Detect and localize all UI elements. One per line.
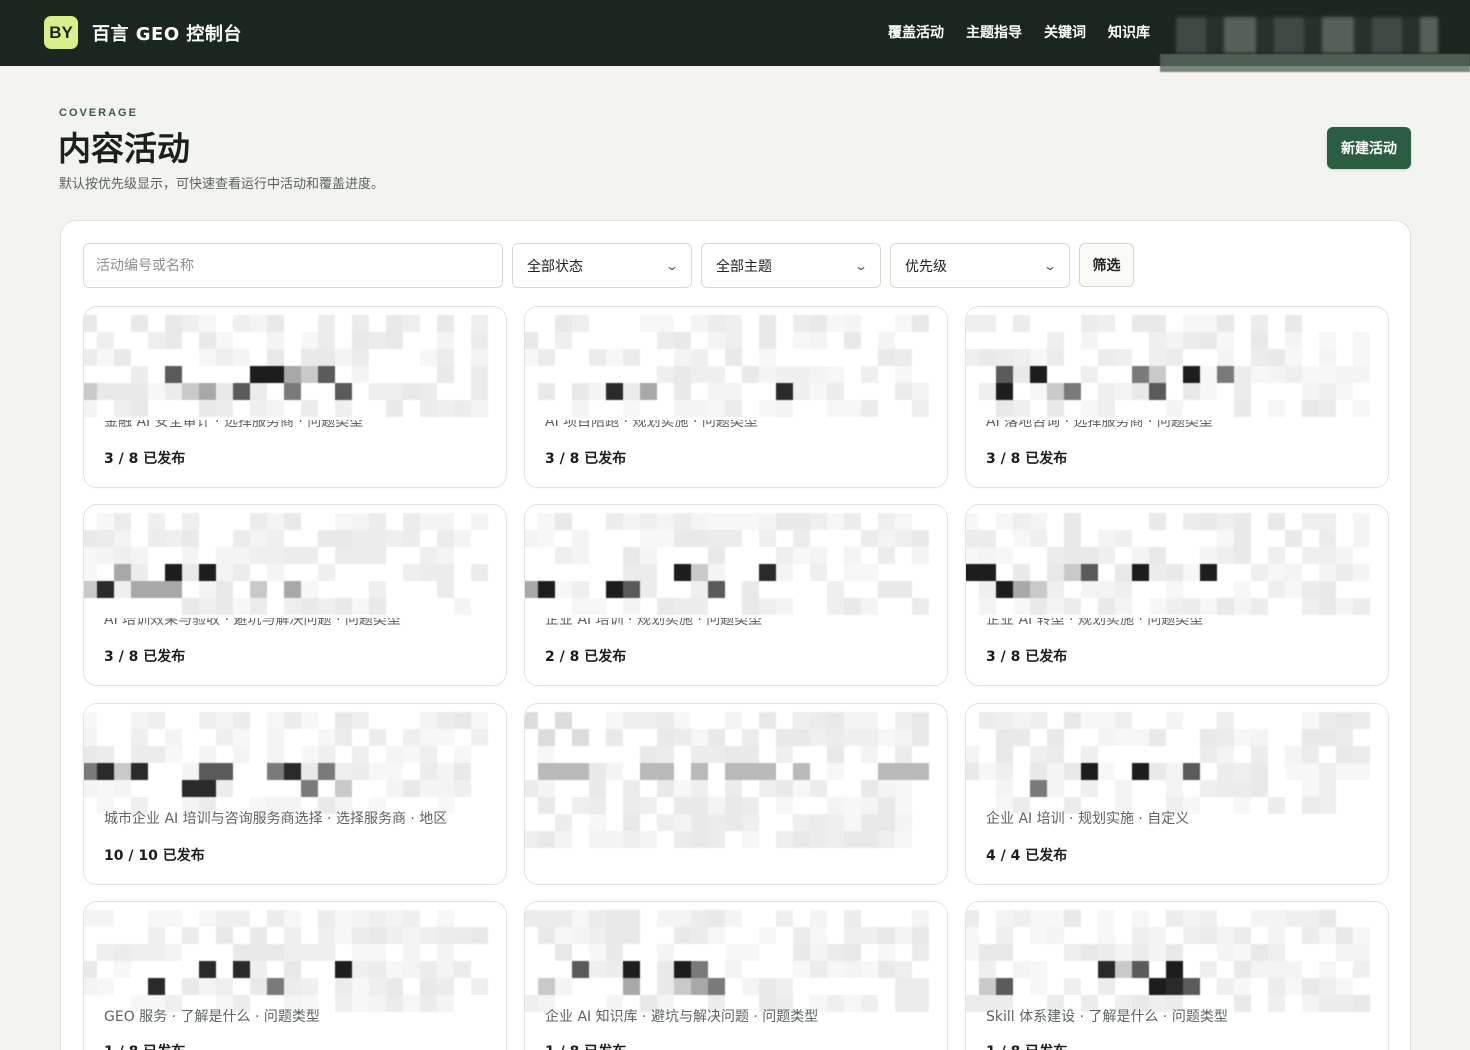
card-meta: GEO 服务 · 了解是什么 · 问题类型 xyxy=(104,1009,320,1025)
nav-topic-guidance[interactable]: 主题指导 xyxy=(966,22,1022,42)
card-publish-count: 1 / 8 已发布 xyxy=(545,1041,626,1050)
activity-card[interactable]: 企业 AI 知识库 · 避坑与解决问题 · 问题类型 1 / 8 已发布 xyxy=(524,901,948,1050)
card-publish-count: 3 / 8 已发布 xyxy=(104,649,186,665)
status-select-value: 全部状态 xyxy=(527,258,583,275)
topic-select-value: 全部主题 xyxy=(716,258,772,275)
redacted-user-area xyxy=(1176,17,1438,53)
card-publish-count: 4 / 4 已发布 xyxy=(986,848,1068,864)
activity-card[interactable]: 企业 AI 培训 · 规划实施 · 自定义 4 / 4 已发布 xyxy=(965,703,1389,885)
card-publish-count: 2 / 8 已发布 xyxy=(545,649,627,665)
redacted-card-content xyxy=(525,712,933,848)
activity-card[interactable]: GEO 服务 · 了解是什么 · 问题类型 1 / 8 已发布 xyxy=(83,901,507,1050)
redacted-strip xyxy=(1160,54,1470,72)
redacted-card-title xyxy=(84,910,492,1014)
activity-card[interactable]: AI 培训效果与验收 · 避坑与解决问题 · 问题类型 3 / 8 已发布 xyxy=(83,504,507,686)
priority-select[interactable]: 优先级 ⌄ xyxy=(890,243,1070,288)
chevron-down-icon: ⌄ xyxy=(664,258,680,273)
redacted-card-title xyxy=(525,910,933,1014)
nav-keywords[interactable]: 关键词 xyxy=(1044,22,1086,42)
chevron-down-icon: ⌄ xyxy=(853,258,869,273)
activity-card[interactable]: 企业 AI 转型 · 规划实施 · 问题类型 3 / 8 已发布 xyxy=(965,504,1389,686)
card-publish-count: 3 / 8 已发布 xyxy=(545,451,627,467)
priority-select-value: 优先级 xyxy=(905,258,947,275)
activity-card[interactable]: 城市企业 AI 培训与咨询服务商选择 · 选择服务商 · 地区 10 / 10 … xyxy=(83,703,507,885)
activities-panel: 全部状态 ⌄ 全部主题 ⌄ 优先级 ⌄ 筛选 金融 AI 安全审计 · 选择服务… xyxy=(60,220,1411,1050)
page-title: 内容活动 xyxy=(58,129,190,168)
card-meta: 企业 AI 培训 · 规划实施 · 自定义 xyxy=(986,811,1190,827)
brand-title[interactable]: 百言 GEO 控制台 xyxy=(92,20,242,46)
logo-badge[interactable]: BY xyxy=(44,16,78,49)
redacted-card-title xyxy=(84,712,492,816)
page-subtitle: 默认按优先级显示，可快速查看运行中活动和覆盖进度。 xyxy=(59,177,385,192)
card-publish-count: 1 / 8 已发布 xyxy=(986,1041,1067,1050)
redacted-card-title xyxy=(966,315,1374,419)
activity-card[interactable] xyxy=(524,703,948,885)
activity-card[interactable]: 企业 AI 培训 · 规划实施 · 问题类型 2 / 8 已发布 xyxy=(524,504,948,686)
chevron-down-icon: ⌄ xyxy=(1042,258,1058,273)
filter-button[interactable]: 筛选 xyxy=(1079,243,1134,287)
card-meta: Skill 体系建设 · 了解是什么 · 问题类型 xyxy=(986,1009,1228,1025)
activity-card[interactable]: AI 项目陪跑 · 规划实施 · 问题类型 3 / 8 已发布 xyxy=(524,306,948,488)
main-nav: 覆盖活动 主题指导 关键词 知识库 xyxy=(888,22,1150,42)
redacted-card-title xyxy=(966,910,1374,1014)
card-meta: 城市企业 AI 培训与咨询服务商选择 · 选择服务商 · 地区 xyxy=(104,811,448,827)
redacted-card-title xyxy=(966,513,1374,617)
nav-knowledge-base[interactable]: 知识库 xyxy=(1108,22,1150,42)
card-publish-count: 10 / 10 已发布 xyxy=(104,848,205,864)
activity-card[interactable]: 金融 AI 安全审计 · 选择服务商 · 问题类型 3 / 8 已发布 xyxy=(83,306,507,488)
nav-coverage-activities[interactable]: 覆盖活动 xyxy=(888,22,944,42)
card-publish-count: 3 / 8 已发布 xyxy=(986,451,1068,467)
page-eyebrow: COVERAGE xyxy=(59,107,138,119)
redacted-card-title xyxy=(525,315,933,419)
card-publish-count: 3 / 8 已发布 xyxy=(986,649,1068,665)
activity-card[interactable]: AI 落地咨询 · 选择服务商 · 问题类型 3 / 8 已发布 xyxy=(965,306,1389,488)
redacted-card-title xyxy=(84,513,492,617)
redacted-card-title xyxy=(966,712,1374,816)
card-publish-count: 3 / 8 已发布 xyxy=(104,451,186,467)
redacted-card-title xyxy=(84,315,492,419)
activity-card[interactable]: Skill 体系建设 · 了解是什么 · 问题类型 1 / 8 已发布 xyxy=(965,901,1389,1050)
topic-select[interactable]: 全部主题 ⌄ xyxy=(701,243,881,288)
redacted-card-title xyxy=(525,513,933,617)
status-select[interactable]: 全部状态 ⌄ xyxy=(512,243,692,288)
search-input[interactable] xyxy=(83,243,503,288)
card-publish-count: 1 / 8 已发布 xyxy=(104,1041,185,1050)
new-activity-button[interactable]: 新建活动 xyxy=(1327,127,1411,169)
card-meta: 企业 AI 知识库 · 避坑与解决问题 · 问题类型 xyxy=(545,1009,819,1025)
